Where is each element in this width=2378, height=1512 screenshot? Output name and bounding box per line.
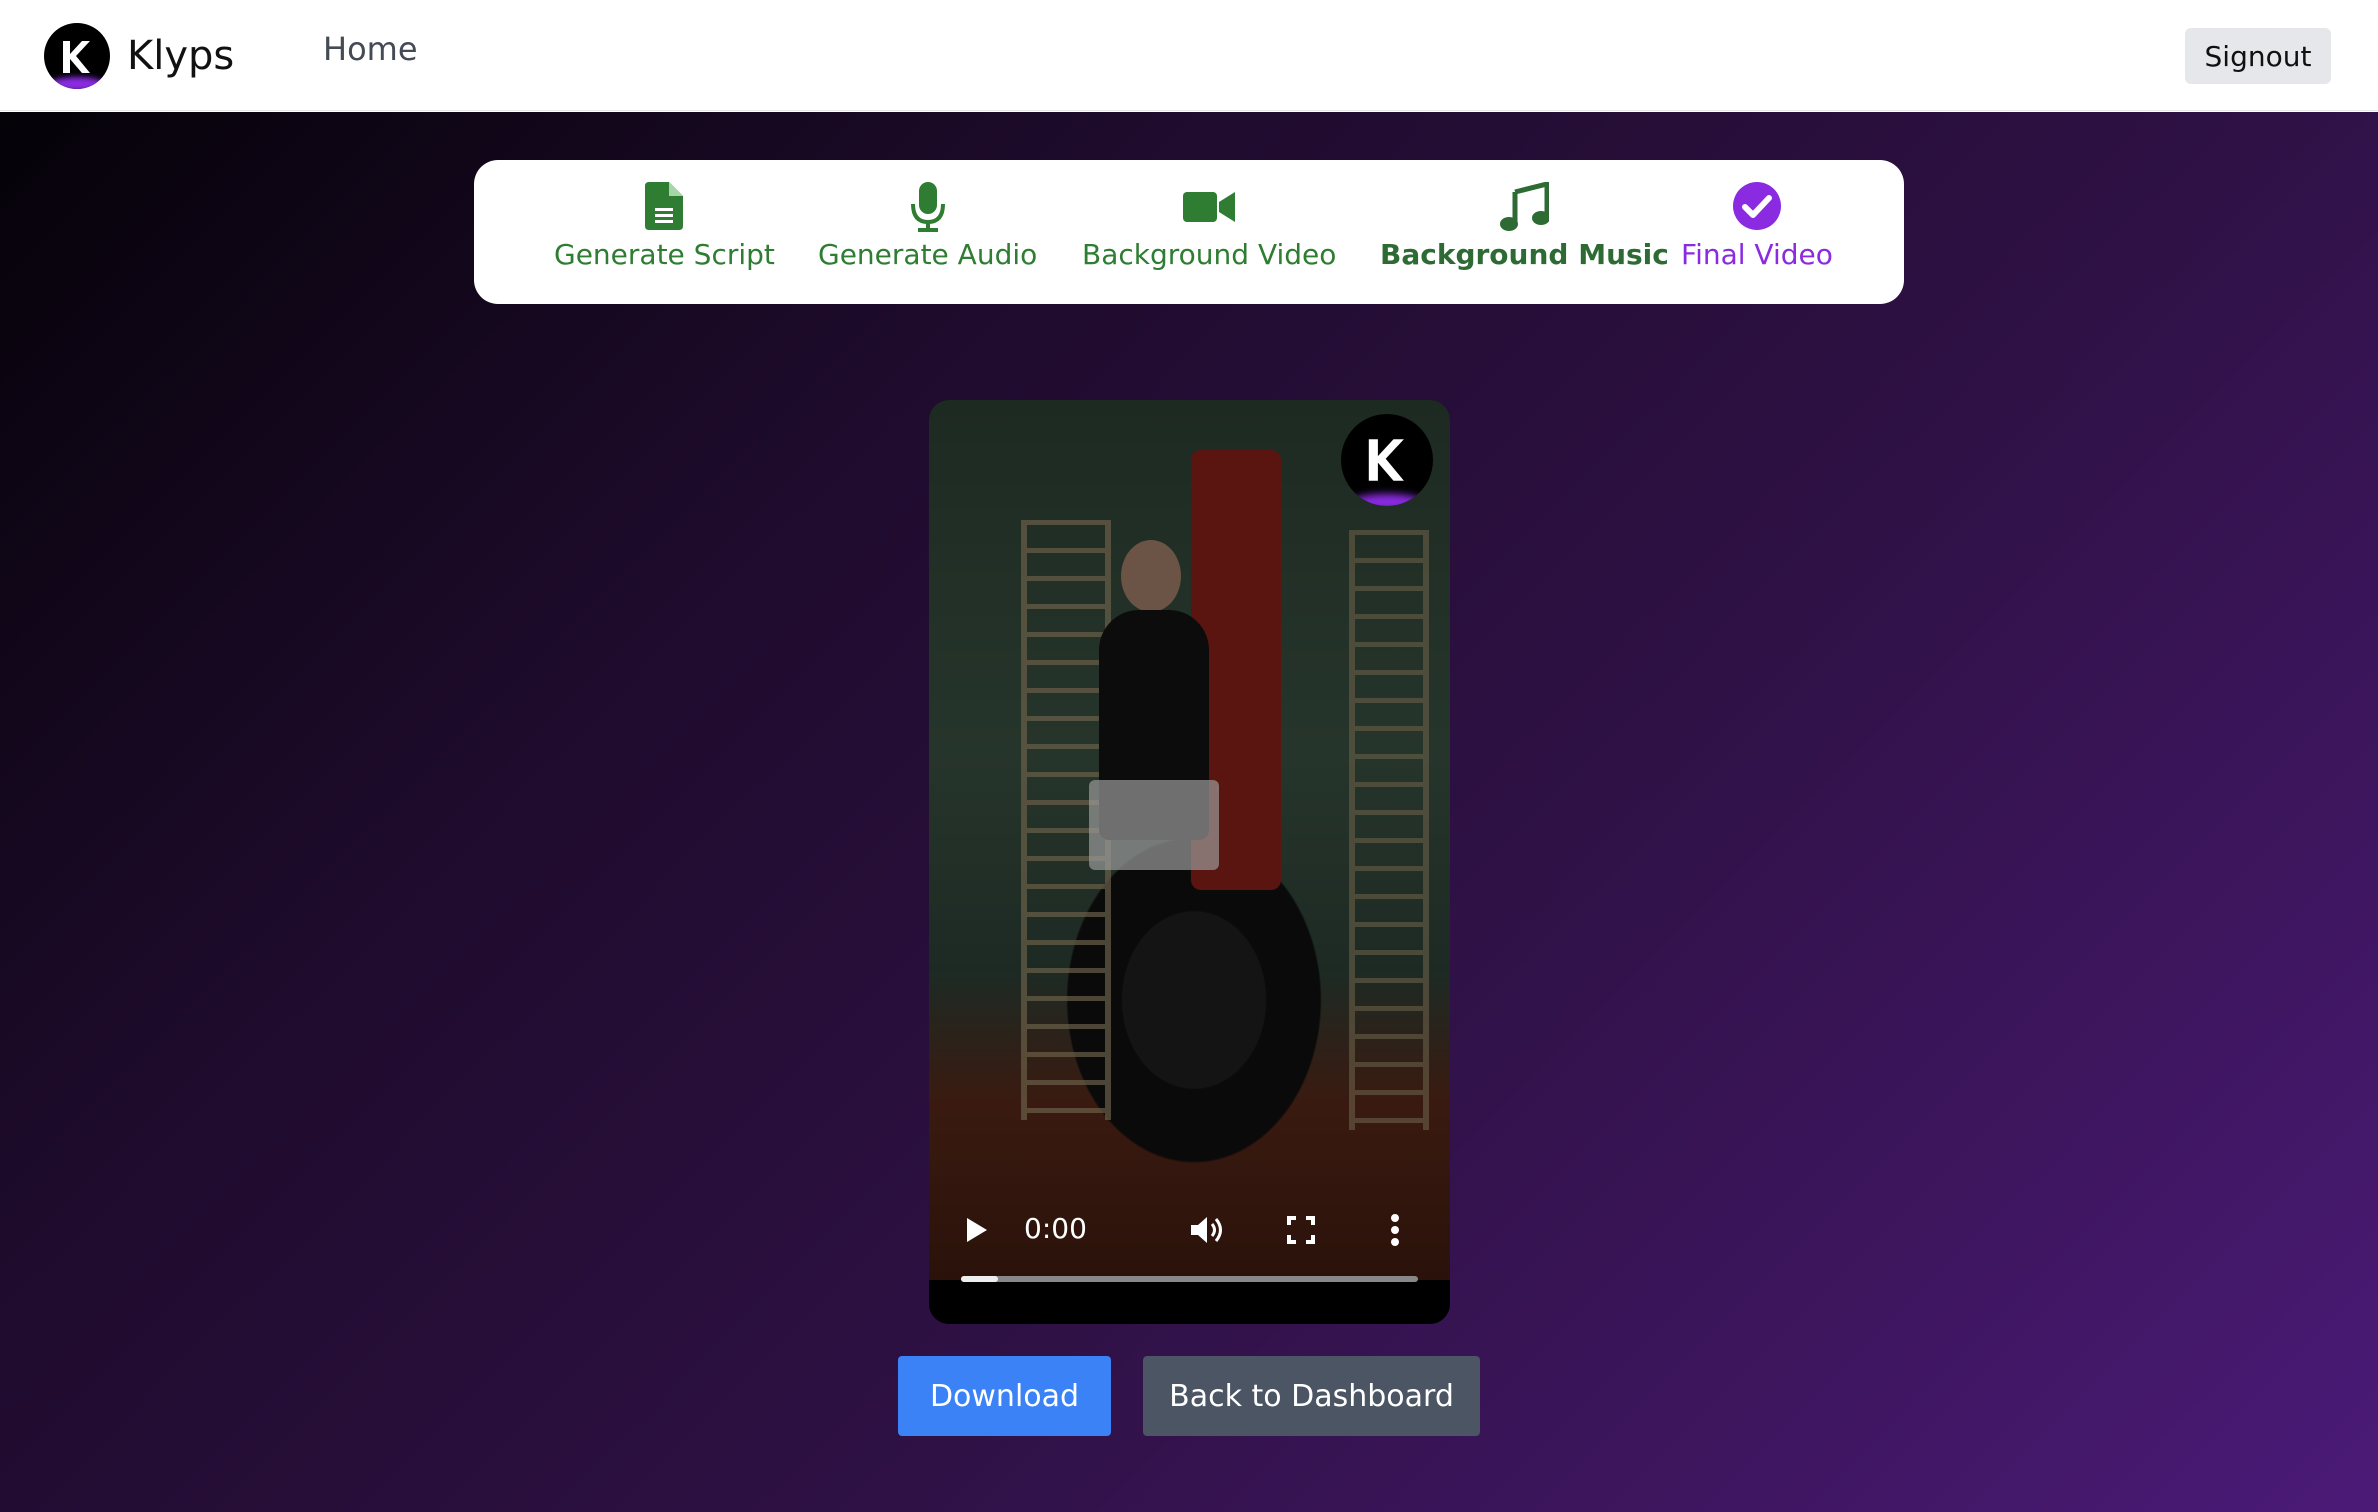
video-progress-fill bbox=[961, 1276, 998, 1282]
step-label: Background Video bbox=[1082, 238, 1337, 271]
play-icon[interactable] bbox=[965, 1216, 989, 1248]
volume-icon[interactable] bbox=[1189, 1214, 1225, 1250]
video-time: 0:00 bbox=[1024, 1212, 1087, 1245]
step-label: Generate Script bbox=[554, 238, 775, 271]
step-background-video[interactable]: Background Video bbox=[1082, 182, 1336, 271]
step-label: Generate Audio bbox=[818, 238, 1038, 271]
brand-link[interactable]: Klyps bbox=[44, 22, 234, 90]
step-background-music[interactable]: Background Music bbox=[1380, 180, 1669, 271]
brand-name: Klyps bbox=[127, 33, 235, 79]
file-icon bbox=[554, 182, 775, 232]
step-label: Background Music bbox=[1380, 238, 1669, 271]
music-note-icon bbox=[1380, 180, 1669, 232]
video-frame bbox=[929, 400, 1450, 1280]
video-camera-icon bbox=[1082, 182, 1336, 232]
step-progress-bar: Generate Script Generate Audio Backgroun… bbox=[474, 160, 1904, 304]
final-video-player[interactable]: 0:00 bbox=[929, 400, 1450, 1324]
check-circle-icon bbox=[1681, 182, 1833, 232]
fullscreen-icon[interactable] bbox=[1287, 1216, 1315, 1248]
download-button[interactable]: Download bbox=[898, 1356, 1111, 1436]
step-final-video[interactable]: Final Video bbox=[1681, 182, 1833, 271]
step-generate-audio[interactable]: Generate Audio bbox=[818, 182, 1037, 271]
more-options-icon[interactable] bbox=[1391, 1214, 1399, 1250]
top-navbar: Klyps Home Signout bbox=[0, 0, 2378, 111]
main-content: Generate Script Generate Audio Backgroun… bbox=[0, 112, 2378, 1512]
signout-button[interactable]: Signout bbox=[2185, 28, 2331, 84]
klyps-watermark-icon bbox=[1341, 414, 1433, 506]
video-controls: 0:00 bbox=[929, 1200, 1450, 1320]
klyps-logo-icon bbox=[44, 23, 110, 89]
back-to-dashboard-button[interactable]: Back to Dashboard bbox=[1143, 1356, 1480, 1436]
video-progress-slider[interactable] bbox=[961, 1276, 1418, 1282]
nav-home-link[interactable]: Home bbox=[323, 30, 418, 68]
step-generate-script[interactable]: Generate Script bbox=[554, 182, 775, 271]
step-label: Final Video bbox=[1681, 238, 1833, 271]
microphone-icon bbox=[818, 182, 1037, 232]
